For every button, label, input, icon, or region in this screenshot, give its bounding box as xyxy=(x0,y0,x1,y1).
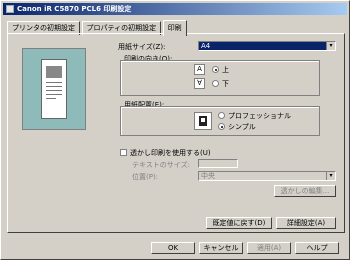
help-button[interactable]: ヘルプ xyxy=(295,242,339,254)
restore-default-button[interactable]: 既定値に戻す(D) xyxy=(206,217,272,229)
watermark-checkbox[interactable] xyxy=(120,149,127,156)
tab-strip: プリンタの初期設定 プロパティの初期設定 印刷 xyxy=(7,19,187,36)
title-bar[interactable]: Canon iR C5870 PCL6 印刷設定 xyxy=(3,3,347,15)
orientation-up-icon: A xyxy=(194,64,205,75)
paper-size-value: A4 xyxy=(201,42,211,50)
radio-simple[interactable] xyxy=(218,123,225,130)
watermark-text-size-input[interactable] xyxy=(198,159,238,168)
radio-down[interactable] xyxy=(212,80,219,87)
watermark-position-select[interactable]: 中央 ▾ xyxy=(198,171,336,181)
page-preview xyxy=(22,48,86,130)
paper-size-select[interactable]: A4 ▾ xyxy=(198,41,336,51)
advanced-settings-button[interactable]: 詳細設定(A) xyxy=(276,217,336,229)
tab-print[interactable]: 印刷 xyxy=(162,20,187,36)
radio-down-label: 下 xyxy=(222,80,229,88)
print-settings-dialog: Canon iR C5870 PCL6 印刷設定 プリンタの初期設定 プロパティ… xyxy=(0,0,350,260)
tab-panel: 用紙サイズ(Z): A4 ▾ 印刷の向き(O): A 上 ∀ 下 用紙配置(E)… xyxy=(7,33,345,233)
watermark-position-value: 中央 xyxy=(201,172,215,180)
radio-up-label: 上 xyxy=(222,66,229,74)
radio-professional-label: プロフェッショナル xyxy=(228,112,291,120)
watermark-text-label: テキストのサイズ: xyxy=(132,161,190,169)
radio-simple-label: シンプル xyxy=(228,123,256,131)
apply-button[interactable]: 適用(A) xyxy=(247,242,291,254)
paper-preview xyxy=(41,59,67,119)
orientation-down-icon: ∀ xyxy=(194,78,205,89)
preview-line xyxy=(46,86,62,87)
preview-line xyxy=(46,98,56,99)
printer-icon xyxy=(6,5,14,13)
radio-up[interactable] xyxy=(212,66,219,73)
ok-button[interactable]: OK xyxy=(151,242,195,254)
paper-size-label: 用紙サイズ(Z): xyxy=(118,43,166,51)
watermark-position-label: 位置(P): xyxy=(132,173,159,181)
chevron-down-icon: ▾ xyxy=(326,172,335,180)
preview-image xyxy=(46,66,62,78)
orientation-group xyxy=(120,60,320,96)
cancel-button[interactable]: キャンセル xyxy=(199,242,243,254)
watermark-checkbox-label: 透かし印刷を使用する(U) xyxy=(130,149,211,157)
watermark-edit-button[interactable]: 透かしの編集... xyxy=(274,185,336,197)
preview-line xyxy=(46,94,62,95)
window-title: Canon iR C5870 PCL6 印刷設定 xyxy=(17,5,132,13)
preview-line xyxy=(46,82,62,83)
radio-professional[interactable] xyxy=(218,112,225,119)
preview-line xyxy=(46,90,62,91)
layout-icon xyxy=(194,112,212,130)
chevron-down-icon: ▾ xyxy=(326,42,335,50)
